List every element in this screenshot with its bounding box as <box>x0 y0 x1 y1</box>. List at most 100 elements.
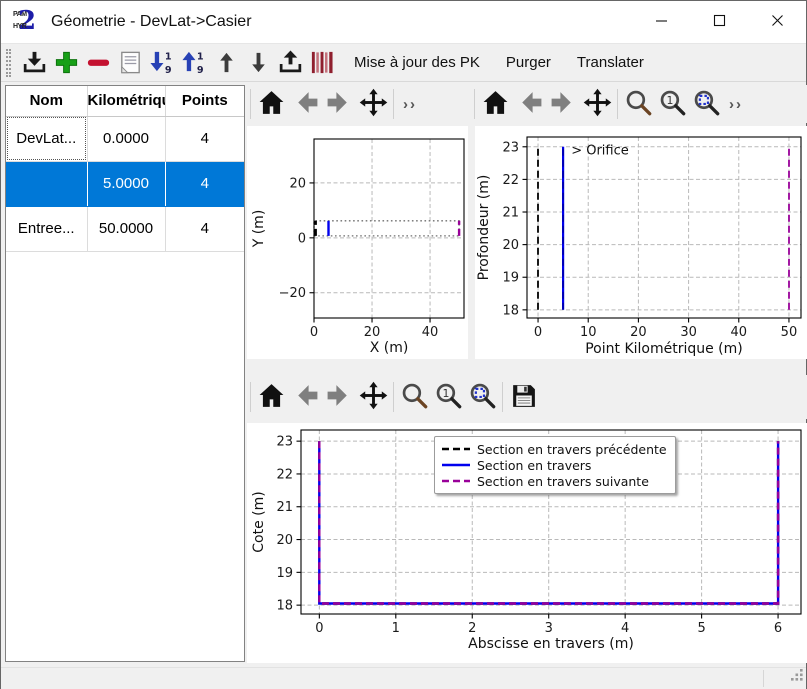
window-title: Géometrie - DevLat->Casier <box>51 13 252 31</box>
table-cell[interactable]: 4 <box>165 161 244 206</box>
overflow-button[interactable]: ›› <box>723 88 749 120</box>
remove-button[interactable] <box>83 48 113 78</box>
x-tick-label: 30 <box>680 325 697 340</box>
zoom-rect-button[interactable] <box>689 88 723 120</box>
table-cell[interactable]: 5.0000 <box>87 161 165 206</box>
back-button[interactable] <box>288 381 322 413</box>
zoom-one-button[interactable]: 1 <box>431 381 465 413</box>
sort-ascending-button[interactable]: 19 <box>179 48 209 78</box>
profile-chart: > Orifice01020304050181920212223Point Ki… <box>475 126 807 359</box>
x-tick-label: 40 <box>422 325 439 340</box>
overflow-icon: ›› <box>397 96 423 113</box>
back-button[interactable] <box>512 88 546 120</box>
y-tick-label: 23 <box>276 435 293 450</box>
notes-icon <box>117 49 144 76</box>
forward-button[interactable] <box>322 88 356 120</box>
resize-grip-icon[interactable] <box>791 668 803 686</box>
zoom-icon <box>400 381 429 413</box>
zoom-button[interactable] <box>621 88 655 120</box>
back-icon <box>515 88 544 120</box>
table-row[interactable]: Entree...50.00004 <box>6 206 244 251</box>
x-tick-label: 4 <box>621 621 629 636</box>
profile-chart-toolbar: 1 ›› <box>471 85 807 123</box>
sort-descending-button[interactable]: 19 <box>147 48 177 78</box>
column-header-kilometrique[interactable]: Kilométrique <box>87 86 165 116</box>
save-button[interactable] <box>506 381 540 413</box>
translater-button[interactable]: Translater <box>566 48 655 77</box>
close-icon <box>771 14 784 30</box>
table-cell[interactable]: Entree... <box>6 206 87 251</box>
table-cell[interactable] <box>6 161 87 206</box>
home-button[interactable] <box>254 88 288 120</box>
move-up-icon <box>213 49 240 76</box>
statusbar-separator <box>763 670 764 687</box>
zoom-rect-button[interactable] <box>465 381 499 413</box>
table-cell[interactable]: 4 <box>165 206 244 251</box>
pk-stripes-button[interactable] <box>307 48 337 78</box>
table-cell[interactable]: 0.0000 <box>87 116 165 161</box>
overflow-icon: ›› <box>723 96 749 113</box>
y-tick-label: 19 <box>502 271 519 286</box>
export-button[interactable] <box>275 48 305 78</box>
maximize-icon <box>713 14 726 30</box>
x-tick-label: 3 <box>545 621 553 636</box>
y-tick-label: 20 <box>289 176 306 191</box>
table-row[interactable]: 5.00004 <box>6 161 244 206</box>
sort-ascending-icon: 19 <box>181 49 208 76</box>
import-button[interactable] <box>19 48 49 78</box>
pan-button[interactable] <box>580 88 614 120</box>
pan-button[interactable] <box>356 88 390 120</box>
back-button[interactable] <box>288 88 322 120</box>
pan-button[interactable] <box>356 381 390 413</box>
minimize-button[interactable] <box>632 1 690 43</box>
forward-button[interactable] <box>546 88 580 120</box>
x-tick-label: 5 <box>697 621 705 636</box>
column-header-points[interactable]: Points <box>165 86 244 116</box>
mise-a-jour-des-pk-button[interactable]: Mise à jour des PK <box>343 48 491 77</box>
column-header-nom[interactable]: Nom <box>6 86 87 116</box>
legend-line-sample <box>441 476 471 486</box>
move-up-button[interactable] <box>211 48 241 78</box>
chart-plan-view: 02040−20020X (m)Y (m) <box>247 126 468 359</box>
svg-text:1: 1 <box>442 387 449 400</box>
toolbar-separator <box>250 89 251 119</box>
table-header-row: NomKilométriquePoints <box>6 86 244 116</box>
chart-profil-en-long: > Orifice01020304050181920212223Point Ki… <box>475 126 807 359</box>
pan-icon <box>359 88 388 120</box>
zoom-button[interactable] <box>397 381 431 413</box>
svg-text:1: 1 <box>164 52 171 63</box>
legend-line-sample <box>441 460 471 470</box>
legend-line-sample <box>441 444 471 454</box>
svg-text:9: 9 <box>164 65 171 76</box>
move-down-button[interactable] <box>243 48 273 78</box>
remove-icon <box>85 49 112 76</box>
export-icon <box>277 49 304 76</box>
x-tick-label: 40 <box>730 325 747 340</box>
back-icon <box>291 88 320 120</box>
annotation: > Orifice <box>571 144 629 159</box>
legend-entry: Section en travers précédente <box>441 441 667 457</box>
table-cell[interactable]: 50.0000 <box>87 206 165 251</box>
overflow-button[interactable]: ›› <box>397 88 423 120</box>
home-button[interactable] <box>254 381 288 413</box>
x-axis-label: Abscisse en travers (m) <box>468 636 634 652</box>
close-button[interactable] <box>748 1 806 43</box>
home-button[interactable] <box>478 88 512 120</box>
add-button[interactable] <box>51 48 81 78</box>
y-tick-label: 20 <box>502 238 519 253</box>
toolbar-separator <box>250 382 251 412</box>
table-row[interactable]: DevLat...0.00004 <box>6 116 244 161</box>
maximize-button[interactable] <box>690 1 748 43</box>
x-tick-label: 50 <box>781 325 798 340</box>
purger-button[interactable]: Purger <box>495 48 562 77</box>
forward-icon <box>325 88 354 120</box>
y-tick-label: −20 <box>279 286 306 301</box>
toolbar-drag-handle[interactable] <box>6 49 11 77</box>
notes-button[interactable] <box>115 48 145 78</box>
forward-button[interactable] <box>322 381 356 413</box>
y-axis-label: Cote (m) <box>251 491 267 552</box>
table-cell[interactable]: DevLat... <box>6 116 87 161</box>
zoom-one-button[interactable]: 1 <box>655 88 689 120</box>
table-cell[interactable]: 4 <box>165 116 244 161</box>
x-axis-label: X (m) <box>370 340 409 356</box>
